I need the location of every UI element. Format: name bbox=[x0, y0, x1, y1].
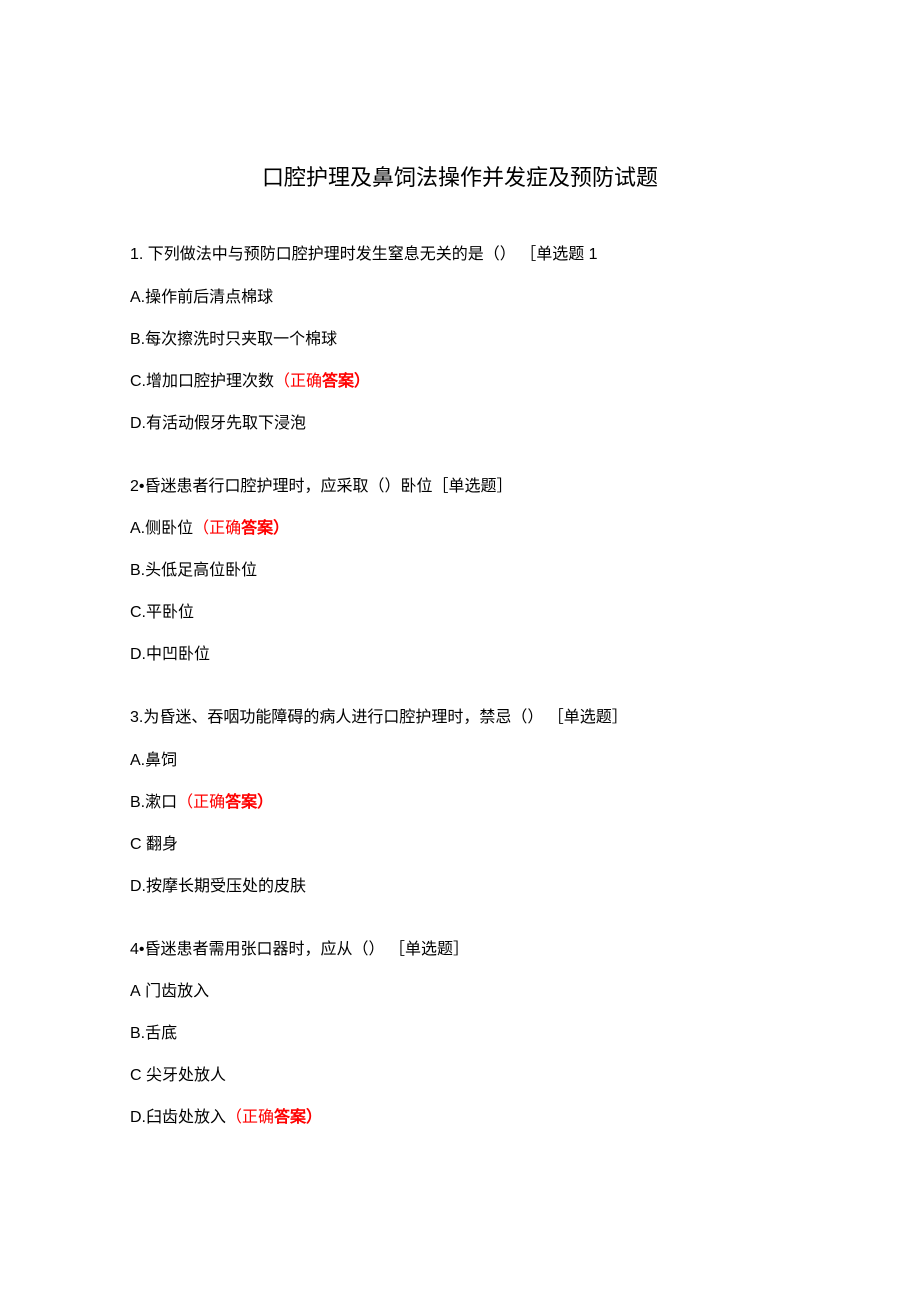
question-block: 3.为昏迷、吞咽功能障碍的病人进行口腔护理时，禁忌（） ［单选题］ A.鼻饲 B.漱… bbox=[130, 705, 790, 899]
option-letter: D. bbox=[130, 878, 146, 895]
option-letter: C bbox=[130, 836, 142, 853]
option-text: 侧卧位 bbox=[145, 520, 193, 537]
correct-answer-label: （正确答案） bbox=[226, 1109, 322, 1126]
option: C 尖牙处放人 bbox=[130, 1064, 790, 1088]
option-text: 尖牙处放人 bbox=[142, 1067, 226, 1084]
option-letter: D. bbox=[130, 415, 146, 432]
option-letter: C. bbox=[130, 373, 146, 390]
option: B.漱口（正确答案） bbox=[130, 791, 790, 815]
option-text: 平卧位 bbox=[146, 604, 194, 621]
option-text: 每次擦洗时只夹取一个棉球 bbox=[145, 331, 337, 348]
question-text: 4•昏迷患者需用张口器时，应从（） ［单选题］ bbox=[130, 937, 790, 963]
option-text: 臼齿处放入 bbox=[146, 1109, 226, 1126]
option-text: 按摩长期受压处的皮肤 bbox=[146, 878, 306, 895]
option-letter: D. bbox=[130, 1109, 146, 1126]
option-letter: B. bbox=[130, 794, 145, 811]
option-letter: D. bbox=[130, 646, 146, 663]
question-text: 3.为昏迷、吞咽功能障碍的病人进行口腔护理时，禁忌（） ［单选题］ bbox=[130, 705, 790, 731]
option: C.增加口腔护理次数（正确答案） bbox=[130, 370, 790, 394]
option-letter: C. bbox=[130, 604, 146, 621]
option-text: 舌底 bbox=[145, 1025, 177, 1042]
option-text: 增加口腔护理次数 bbox=[146, 373, 274, 390]
option: B.舌底 bbox=[130, 1022, 790, 1046]
option-text: 门齿放入 bbox=[141, 983, 209, 1000]
option: A.操作前后清点棉球 bbox=[130, 286, 790, 310]
option: B.头低足高位卧位 bbox=[130, 559, 790, 583]
option: A.鼻饲 bbox=[130, 749, 790, 773]
option-letter: C bbox=[130, 1067, 142, 1084]
option-letter: A bbox=[130, 983, 141, 1000]
option-text: 鼻饲 bbox=[145, 752, 177, 769]
document-title: 口腔护理及鼻饲法操作并发症及预防试题 bbox=[130, 160, 790, 192]
correct-answer-label: （正确答案） bbox=[177, 794, 273, 811]
question-block: 2•昏迷患者行口腔护理时，应采取（）卧位［单选题］ A.侧卧位（正确答案） B.头低… bbox=[130, 474, 790, 668]
option: D.按摩长期受压处的皮肤 bbox=[130, 875, 790, 899]
option-letter: B. bbox=[130, 1025, 145, 1042]
option: C.平卧位 bbox=[130, 601, 790, 625]
option: D.有活动假牙先取下浸泡 bbox=[130, 412, 790, 436]
option-letter: B. bbox=[130, 331, 145, 348]
option-letter: A. bbox=[130, 520, 145, 537]
option: A 门齿放入 bbox=[130, 980, 790, 1004]
option: D.臼齿处放入（正确答案） bbox=[130, 1106, 790, 1130]
option: B.每次擦洗时只夹取一个棉球 bbox=[130, 328, 790, 352]
option-letter: B. bbox=[130, 562, 145, 579]
option-letter: A. bbox=[130, 289, 145, 306]
option-text: 翻身 bbox=[142, 836, 178, 853]
option: D.中凹卧位 bbox=[130, 643, 790, 667]
option-text: 漱口 bbox=[145, 794, 177, 811]
option: A.侧卧位（正确答案） bbox=[130, 517, 790, 541]
option-text: 头低足高位卧位 bbox=[145, 562, 257, 579]
question-text: 2•昏迷患者行口腔护理时，应采取（）卧位［单选题］ bbox=[130, 474, 790, 500]
option-text: 有活动假牙先取下浸泡 bbox=[146, 415, 306, 432]
question-block: 1. 下列做法中与预防口腔护理时发生窒息无关的是（） ［单选题 1 A.操作前后清… bbox=[130, 242, 790, 436]
questions-container: 1. 下列做法中与预防口腔护理时发生窒息无关的是（） ［单选题 1A.操作前后清… bbox=[130, 242, 790, 1130]
question-block: 4•昏迷患者需用张口器时，应从（） ［单选题］ A 门齿放入 B.舌底 C 尖牙处放人… bbox=[130, 937, 790, 1131]
correct-answer-label: （正确答案） bbox=[274, 373, 370, 390]
option-text: 中凹卧位 bbox=[146, 646, 210, 663]
question-text: 1. 下列做法中与预防口腔护理时发生窒息无关的是（） ［单选题 1 bbox=[130, 242, 790, 268]
option: C 翻身 bbox=[130, 833, 790, 857]
correct-answer-label: （正确答案） bbox=[193, 520, 289, 537]
option-text: 操作前后清点棉球 bbox=[145, 289, 273, 306]
option-letter: A. bbox=[130, 752, 145, 769]
